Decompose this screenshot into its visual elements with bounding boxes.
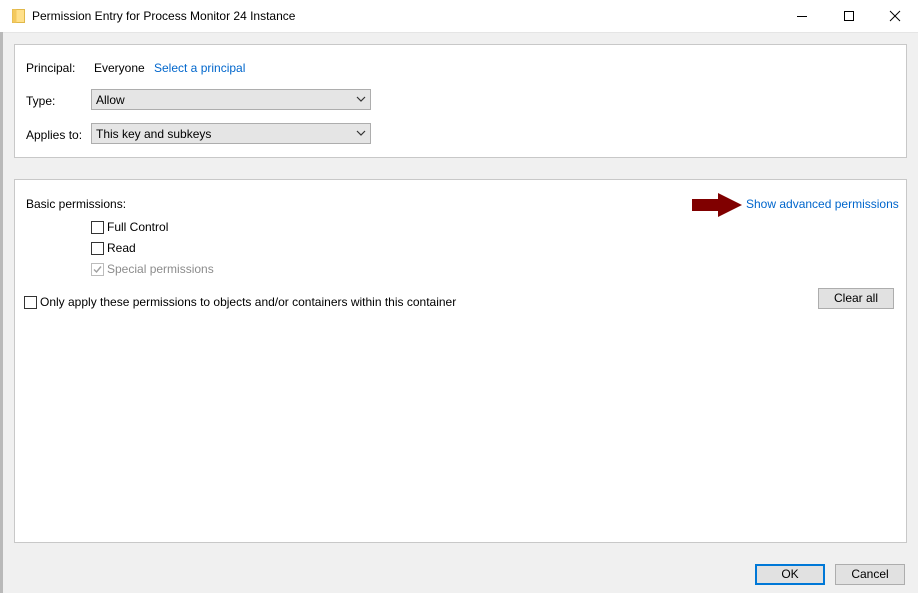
show-advanced-permissions-link[interactable]: Show advanced permissions <box>746 197 899 211</box>
applies-to-label: Applies to: <box>26 128 83 142</box>
only-apply-checkbox[interactable] <box>24 296 37 309</box>
special-permissions-label: Special permissions <box>107 262 214 276</box>
title-bar: Permission Entry for Process Monitor 24 … <box>0 0 918 33</box>
read-label: Read <box>107 241 136 255</box>
type-dropdown[interactable]: Allow <box>91 89 371 110</box>
maximize-button[interactable] <box>826 0 872 32</box>
basic-permissions-label: Basic permissions: <box>26 197 127 211</box>
ok-button[interactable]: OK <box>755 564 825 585</box>
full-control-checkbox[interactable] <box>91 221 104 234</box>
right-arrow-icon <box>692 193 742 217</box>
close-button[interactable] <box>872 0 918 32</box>
window-title: Permission Entry for Process Monitor 24 … <box>32 9 296 23</box>
read-checkbox[interactable] <box>91 242 104 255</box>
window-border <box>0 32 3 593</box>
select-principal-link[interactable]: Select a principal <box>154 61 245 75</box>
minimize-button[interactable] <box>779 0 825 32</box>
principal-value: Everyone <box>94 61 145 75</box>
only-apply-label: Only apply these permissions to objects … <box>40 295 457 309</box>
checkmark-icon <box>93 266 102 274</box>
applies-to-dropdown[interactable]: This key and subkeys <box>91 123 371 144</box>
full-control-label: Full Control <box>107 220 169 234</box>
type-label: Type: <box>26 94 56 108</box>
type-selected-value: Allow <box>96 93 125 107</box>
applies-to-selected-value: This key and subkeys <box>96 127 212 141</box>
clear-all-button[interactable]: Clear all <box>818 288 894 309</box>
chevron-down-icon <box>356 96 366 102</box>
special-permissions-checkbox <box>91 263 104 276</box>
principal-label: Principal: <box>26 61 76 75</box>
minimize-icon <box>797 16 807 17</box>
chevron-down-icon <box>356 130 366 136</box>
cancel-button[interactable]: Cancel <box>835 564 905 585</box>
maximize-icon <box>844 11 854 21</box>
folder-icon <box>12 9 25 23</box>
close-icon <box>889 10 901 22</box>
